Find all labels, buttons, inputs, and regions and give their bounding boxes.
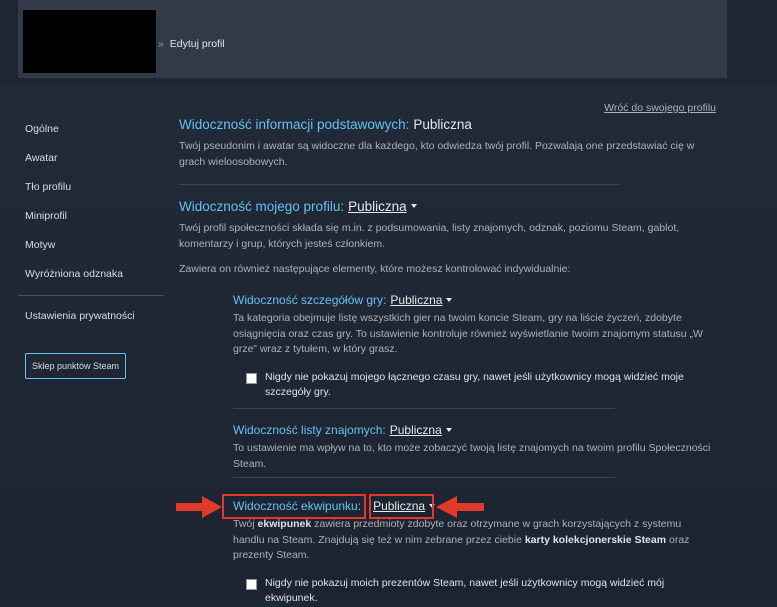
- sidebar-divider: [18, 295, 164, 296]
- profile-visibility-desc: Twój profil społeczności składa się m.in…: [179, 222, 680, 250]
- avatar[interactable]: [23, 10, 156, 73]
- game-details-desc: Ta kategoria obejmuje listę wszystkich g…: [233, 312, 703, 355]
- hide-playtime-option[interactable]: Nigdy nie pokazuj mojego łącznego czasu …: [233, 370, 712, 401]
- caret-down-icon[interactable]: [445, 427, 452, 432]
- inventory-desc-bold-inventory: ekwipunek: [257, 518, 312, 530]
- sidebar-item-background[interactable]: Tło profilu: [18, 173, 164, 202]
- sidebar-item-theme[interactable]: Motyw: [18, 231, 164, 260]
- profile-visibility-value[interactable]: Publiczna: [348, 199, 407, 214]
- hide-playtime-checkbox[interactable]: [246, 372, 257, 384]
- sidebar-item-general[interactable]: Ogólne: [18, 115, 164, 144]
- inventory-desc: Twój ekwipunek zawiera przedmioty zdobyt…: [233, 517, 712, 564]
- game-details-title: Widoczność szczegółów gry: Publiczna: [233, 293, 712, 307]
- friends-list-value[interactable]: Publiczna: [390, 423, 442, 437]
- breadcrumb-separator: »: [158, 38, 164, 50]
- highlight-box-inventory-value: [369, 494, 434, 519]
- friends-list-dropdown[interactable]: Publiczna: [390, 423, 452, 437]
- profile-visibility-title: Widoczność mojego profilu: Publiczna: [179, 199, 719, 214]
- inventory-desc-bold-cards: karty kolekcjonerskie Steam: [524, 533, 667, 546]
- arrow-right-icon: [176, 496, 222, 518]
- breadcrumb: » Edytuj profil: [158, 38, 225, 50]
- sidebar-item-privacy[interactable]: Ustawienia prywatności: [18, 302, 164, 331]
- profile-visibility-dropdown[interactable]: Publiczna: [348, 199, 417, 214]
- profile-visibility-note: Zawiera on również następujące elementy,…: [179, 263, 571, 275]
- caret-down-icon[interactable]: [410, 204, 417, 209]
- sidebar-item-featured-badge[interactable]: Wyróżniona odznaka: [18, 260, 164, 289]
- friends-list-section: Widoczność listy znajomych: Publiczna To …: [233, 423, 712, 472]
- sidebar: Ogólne Awatar Tło profilu Miniprofil Mot…: [18, 115, 164, 379]
- points-shop-button[interactable]: Sklep punktów Steam: [25, 353, 127, 379]
- caret-down-icon[interactable]: [446, 297, 453, 302]
- sidebar-item-miniprofile[interactable]: Miniprofil: [18, 202, 164, 231]
- divider: [233, 477, 615, 478]
- basic-visibility-value: Publiczna: [413, 117, 472, 132]
- profile-visibility-label: Widoczność mojego profilu:: [179, 199, 345, 214]
- hide-playtime-label[interactable]: Nigdy nie pokazuj mojego łącznego czasu …: [265, 370, 712, 401]
- inventory-desc-pre: Twój: [233, 518, 258, 530]
- friends-list-title: Widoczność listy znajomych: Publiczna: [233, 423, 712, 437]
- game-details-section: Widoczność szczegółów gry: Publiczna Ta k…: [233, 293, 712, 401]
- back-to-profile-link[interactable]: Wróć do swojego profilu: [604, 102, 716, 114]
- sidebar-item-avatar[interactable]: Awatar: [18, 144, 164, 173]
- divider: [179, 184, 619, 185]
- breadcrumb-current: Edytuj profil: [169, 38, 225, 50]
- game-details-value[interactable]: Publiczna: [390, 293, 442, 307]
- arrow-left-icon: [436, 496, 484, 518]
- highlight-box-inventory-label: [222, 494, 366, 519]
- basic-visibility-desc: Twój pseudonim i awatar są widoczne dla …: [179, 140, 695, 168]
- basic-visibility-label: Widoczność informacji podstawowych:: [179, 117, 410, 132]
- basic-visibility-title: Widoczność informacji podstawowych: Publi…: [179, 117, 719, 132]
- hide-gifts-checkbox[interactable]: [246, 578, 257, 590]
- friends-list-desc: To ustawienie ma wpływ na to, kto może z…: [233, 442, 711, 470]
- hide-gifts-option[interactable]: Nigdy nie pokazuj moich prezentów Steam,…: [233, 576, 712, 607]
- friends-list-label: Widoczność listy znajomych:: [233, 423, 386, 437]
- hide-gifts-label[interactable]: Nigdy nie pokazuj moich prezentów Steam,…: [265, 576, 712, 607]
- game-details-dropdown[interactable]: Publiczna: [390, 293, 453, 307]
- divider: [233, 408, 615, 409]
- game-details-label: Widoczność szczegółów gry:: [233, 293, 387, 307]
